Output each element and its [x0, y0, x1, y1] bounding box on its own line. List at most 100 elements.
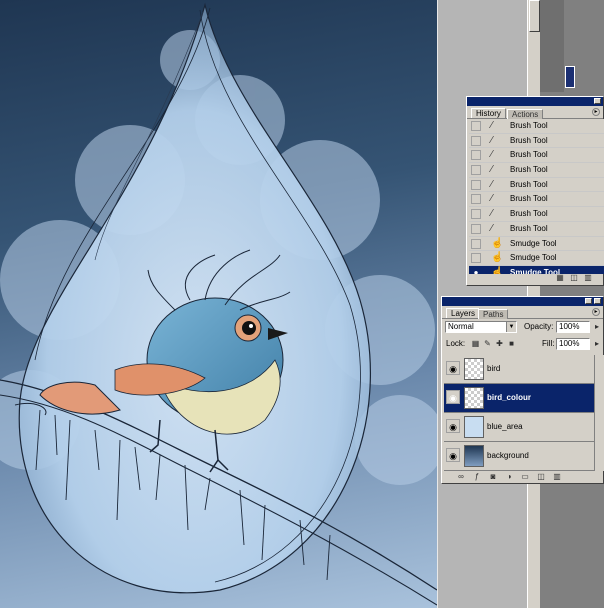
chevron-down-icon: ▼ [506, 322, 516, 332]
history-item[interactable]: ⁄ Brush Tool [469, 119, 604, 134]
history-item-label: Smudge Tool [510, 253, 557, 263]
minimize-icon[interactable] [585, 298, 592, 304]
layer-row[interactable]: ◉ blue_area [444, 413, 594, 442]
layer-thumbnail [464, 416, 484, 438]
history-source-box[interactable] [471, 223, 481, 234]
layers-list: ◉ bird ◉ bird_colour ◉ blue_area ◉ background [444, 355, 594, 471]
history-titlebar[interactable] [467, 97, 603, 106]
brush-icon: ⁄ [491, 120, 493, 131]
history-source-box[interactable] [471, 135, 481, 146]
history-footer: ▦ ◫ ▥ [467, 272, 603, 283]
layer-row[interactable]: ◉ bird_colour [444, 384, 594, 413]
history-item[interactable]: ⁄ Brush Tool [469, 192, 604, 208]
history-item[interactable]: ⁄ Brush Tool [469, 221, 604, 237]
history-item-label: Brush Tool [510, 150, 548, 160]
trash-icon[interactable]: ▥ [552, 472, 562, 481]
layer-group-icon[interactable]: ▭ [520, 472, 530, 481]
navigator-view-box[interactable] [565, 66, 575, 88]
history-source-box[interactable] [471, 253, 481, 264]
layer-name[interactable]: blue_area [487, 421, 523, 433]
fill-slider-arrow-icon[interactable]: ▸ [592, 339, 602, 348]
navigator-preview [540, 0, 564, 92]
history-item[interactable]: ☝ Smudge Tool [469, 251, 604, 266]
opacity-value: 100% [559, 322, 580, 331]
layers-titlebar[interactable] [442, 297, 603, 306]
layer-name[interactable]: bird_colour [487, 392, 531, 404]
history-panel: History Actions ▸ ⁄ Brush Tool ⁄ Brush Tool… [466, 96, 604, 286]
scrollbar-thumb[interactable] [529, 0, 540, 32]
history-source-box[interactable] [471, 238, 481, 249]
eye-icon[interactable]: ◉ [446, 390, 460, 404]
layer-style-icon[interactable]: ƒ [472, 472, 482, 481]
trash-icon[interactable]: ▥ [583, 273, 593, 282]
history-item-label: Brush Tool [510, 209, 548, 219]
history-source-box[interactable] [471, 150, 481, 161]
new-layer-icon[interactable]: ◫ [536, 472, 546, 481]
history-item[interactable]: ☝ Smudge Tool [469, 236, 604, 252]
eye-icon[interactable]: ◉ [446, 419, 460, 433]
lock-position-icon[interactable]: ✚ [495, 339, 504, 348]
layer-row[interactable]: ◉ bird [444, 355, 594, 384]
link-layers-icon[interactable]: ∞ [456, 472, 466, 481]
layer-name[interactable]: background [487, 450, 529, 462]
new-snapshot-icon[interactable]: ◫ [569, 273, 579, 282]
brush-icon: ⁄ [491, 164, 493, 176]
brush-icon: ⁄ [491, 193, 493, 205]
opacity-label: Opacity: [524, 322, 554, 331]
blend-mode-select[interactable]: Normal ▼ [445, 321, 517, 333]
layers-scrollbar[interactable] [594, 355, 604, 471]
fill-input[interactable]: 100% [556, 338, 590, 350]
history-item-label: Brush Tool [510, 194, 548, 204]
lock-all-icon[interactable]: ■ [507, 339, 516, 348]
history-source-box[interactable] [471, 194, 481, 205]
history-item-label: Brush Tool [510, 121, 548, 130]
layer-name[interactable]: bird [487, 363, 500, 375]
eye-icon[interactable]: ◉ [446, 448, 460, 462]
history-source-box[interactable] [471, 179, 481, 190]
adjustment-layer-icon[interactable]: ◑ [504, 472, 514, 481]
layer-thumbnail [464, 358, 484, 380]
layer-thumbnail [464, 445, 484, 467]
history-item-label: Brush Tool [510, 135, 548, 145]
layer-mask-icon[interactable]: ◙ [488, 472, 498, 481]
layer-row[interactable]: ◉ background [444, 442, 594, 471]
brush-icon: ⁄ [491, 134, 493, 146]
tab-paths[interactable]: Paths [478, 309, 509, 319]
close-icon[interactable] [594, 98, 601, 104]
history-item[interactable]: ⁄ Brush Tool [469, 148, 604, 164]
lock-transparency-icon[interactable]: ▦ [471, 339, 480, 348]
history-source-box[interactable] [471, 165, 481, 176]
layers-panel: Layers Paths ▸ Normal ▼ Opacity: 100% ▸ … [441, 296, 604, 484]
fill-value: 100% [559, 339, 580, 348]
document-canvas[interactable] [0, 0, 437, 608]
blend-mode-value: Normal [448, 322, 474, 331]
new-document-icon[interactable]: ▦ [555, 273, 565, 282]
lock-label: Lock: [446, 339, 466, 348]
close-icon[interactable] [594, 298, 601, 304]
history-item[interactable]: ⁄ Brush Tool [469, 177, 604, 193]
history-source-box[interactable] [471, 121, 481, 131]
tab-actions[interactable]: Actions [507, 109, 544, 119]
history-item[interactable]: ⁄ Brush Tool [469, 163, 604, 178]
smudge-finger-icon: ☝ [491, 237, 504, 249]
history-item-label: Brush Tool [510, 179, 548, 189]
panel-menu-icon[interactable]: ▸ [592, 308, 600, 316]
history-item-label: Brush Tool [510, 165, 548, 175]
lock-image-icon[interactable]: ✎ [483, 339, 492, 348]
brush-icon: ⁄ [491, 178, 493, 190]
panel-menu-icon[interactable]: ▸ [592, 108, 600, 116]
brush-icon: ⁄ [491, 222, 493, 234]
tab-layers[interactable]: Layers [446, 308, 481, 318]
opacity-input[interactable]: 100% [556, 321, 590, 333]
layers-footer: ∞ ƒ ◙ ◑ ▭ ◫ ▥ [442, 471, 603, 482]
history-item[interactable]: ⁄ Brush Tool [469, 133, 604, 149]
tab-history[interactable]: History [471, 108, 506, 118]
history-item[interactable]: ⁄ Brush Tool [469, 207, 604, 222]
history-tab-bar: History Actions ▸ [467, 106, 603, 119]
fill-label: Fill: [542, 339, 555, 348]
artwork-bird-in-droplet [0, 2, 437, 606]
smudge-finger-icon: ☝ [491, 252, 504, 264]
eye-icon[interactable]: ◉ [446, 361, 460, 375]
opacity-slider-arrow-icon[interactable]: ▸ [592, 322, 602, 331]
history-source-box[interactable] [471, 209, 481, 220]
